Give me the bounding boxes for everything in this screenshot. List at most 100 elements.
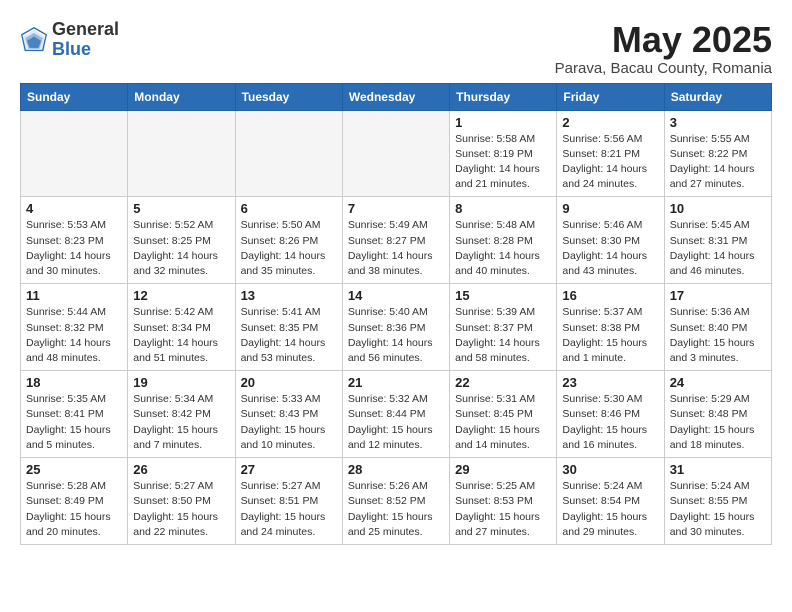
day-detail: Sunrise: 5:34 AM Sunset: 8:42 PM Dayligh… <box>133 392 229 453</box>
cell-4-5: 30 Sunrise: 5:24 AM Sunset: 8:54 PM Dayli… <box>557 458 664 545</box>
logo-text: General Blue <box>52 20 119 60</box>
page-header: General Blue May 2025 Parava, Bacau Coun… <box>20 20 772 77</box>
cell-0-5: 2 Sunrise: 5:56 AM Sunset: 8:21 PM Daylig… <box>557 110 664 197</box>
cell-1-2: 6 Sunrise: 5:50 AM Sunset: 8:26 PM Daylig… <box>235 197 342 284</box>
header-row: Sunday Monday Tuesday Wednesday Thursday… <box>21 83 772 110</box>
day-detail: Sunrise: 5:28 AM Sunset: 8:49 PM Dayligh… <box>26 479 122 540</box>
header-sunday: Sunday <box>21 83 128 110</box>
day-detail: Sunrise: 5:36 AM Sunset: 8:40 PM Dayligh… <box>670 305 766 366</box>
cell-3-6: 24 Sunrise: 5:29 AM Sunset: 8:48 PM Dayli… <box>664 371 771 458</box>
week-row-2: 11 Sunrise: 5:44 AM Sunset: 8:32 PM Dayli… <box>21 284 772 371</box>
day-number: 19 <box>133 375 229 390</box>
day-detail: Sunrise: 5:37 AM Sunset: 8:38 PM Dayligh… <box>562 305 658 366</box>
day-detail: Sunrise: 5:44 AM Sunset: 8:32 PM Dayligh… <box>26 305 122 366</box>
day-number: 28 <box>348 462 444 477</box>
day-number: 3 <box>670 115 766 130</box>
week-row-0: 1 Sunrise: 5:58 AM Sunset: 8:19 PM Daylig… <box>21 110 772 197</box>
cell-0-3 <box>342 110 449 197</box>
day-detail: Sunrise: 5:24 AM Sunset: 8:55 PM Dayligh… <box>670 479 766 540</box>
calendar-table: Sunday Monday Tuesday Wednesday Thursday… <box>20 83 772 545</box>
cell-2-1: 12Sunrise: 5:42 AM Sunset: 8:34 PM Dayli… <box>128 284 235 371</box>
day-number: 14 <box>348 288 444 303</box>
day-number: 2 <box>562 115 658 130</box>
calendar-subtitle: Parava, Bacau County, Romania <box>555 60 772 77</box>
day-detail: Sunrise: 5:24 AM Sunset: 8:54 PM Dayligh… <box>562 479 658 540</box>
week-row-1: 4 Sunrise: 5:53 AM Sunset: 8:23 PM Daylig… <box>21 197 772 284</box>
day-detail: Sunrise: 5:41 AM Sunset: 8:35 PM Dayligh… <box>241 305 337 366</box>
cell-4-6: 31 Sunrise: 5:24 AM Sunset: 8:55 PM Dayli… <box>664 458 771 545</box>
week-row-4: 25 Sunrise: 5:28 AM Sunset: 8:49 PM Dayli… <box>21 458 772 545</box>
day-detail: Sunrise: 5:35 AM Sunset: 8:41 PM Dayligh… <box>26 392 122 453</box>
cell-4-1: 26Sunrise: 5:27 AM Sunset: 8:50 PM Dayli… <box>128 458 235 545</box>
day-detail: Sunrise: 5:55 AM Sunset: 8:22 PM Dayligh… <box>670 132 766 193</box>
cell-3-5: 23 Sunrise: 5:30 AM Sunset: 8:46 PM Dayli… <box>557 371 664 458</box>
cell-1-4: 8Sunrise: 5:48 AM Sunset: 8:28 PM Daylig… <box>450 197 557 284</box>
cell-0-4: 1 Sunrise: 5:58 AM Sunset: 8:19 PM Daylig… <box>450 110 557 197</box>
header-thursday: Thursday <box>450 83 557 110</box>
cell-3-2: 20Sunrise: 5:33 AM Sunset: 8:43 PM Dayli… <box>235 371 342 458</box>
day-detail: Sunrise: 5:25 AM Sunset: 8:53 PM Dayligh… <box>455 479 551 540</box>
day-detail: Sunrise: 5:32 AM Sunset: 8:44 PM Dayligh… <box>348 392 444 453</box>
day-detail: Sunrise: 5:56 AM Sunset: 8:21 PM Dayligh… <box>562 132 658 193</box>
cell-1-1: 5 Sunrise: 5:52 AM Sunset: 8:25 PM Daylig… <box>128 197 235 284</box>
day-number: 1 <box>455 115 551 130</box>
cell-1-5: 9Sunrise: 5:46 AM Sunset: 8:30 PM Daylig… <box>557 197 664 284</box>
day-number: 21 <box>348 375 444 390</box>
calendar-body: 1 Sunrise: 5:58 AM Sunset: 8:19 PM Daylig… <box>21 110 772 544</box>
header-monday: Monday <box>128 83 235 110</box>
day-number: 16 <box>562 288 658 303</box>
day-detail: Sunrise: 5:40 AM Sunset: 8:36 PM Dayligh… <box>348 305 444 366</box>
day-detail: Sunrise: 5:31 AM Sunset: 8:45 PM Dayligh… <box>455 392 551 453</box>
day-number: 18 <box>26 375 122 390</box>
day-number: 17 <box>670 288 766 303</box>
cell-3-1: 19 Sunrise: 5:34 AM Sunset: 8:42 PM Dayli… <box>128 371 235 458</box>
day-number: 7 <box>348 201 444 216</box>
title-block: May 2025 Parava, Bacau County, Romania <box>555 20 772 77</box>
day-detail: Sunrise: 5:58 AM Sunset: 8:19 PM Dayligh… <box>455 132 551 193</box>
day-detail: Sunrise: 5:33 AM Sunset: 8:43 PM Dayligh… <box>241 392 337 453</box>
cell-2-6: 17 Sunrise: 5:36 AM Sunset: 8:40 PM Dayli… <box>664 284 771 371</box>
day-number: 24 <box>670 375 766 390</box>
day-number: 11 <box>26 288 122 303</box>
day-detail: Sunrise: 5:52 AM Sunset: 8:25 PM Dayligh… <box>133 218 229 279</box>
calendar-title: May 2025 <box>555 20 772 60</box>
day-detail: Sunrise: 5:39 AM Sunset: 8:37 PM Dayligh… <box>455 305 551 366</box>
day-detail: Sunrise: 5:48 AM Sunset: 8:28 PM Dayligh… <box>455 218 551 279</box>
header-tuesday: Tuesday <box>235 83 342 110</box>
cell-4-3: 28 Sunrise: 5:26 AM Sunset: 8:52 PM Dayli… <box>342 458 449 545</box>
cell-1-6: 10Sunrise: 5:45 AM Sunset: 8:31 PM Dayli… <box>664 197 771 284</box>
day-detail: Sunrise: 5:27 AM Sunset: 8:51 PM Dayligh… <box>241 479 337 540</box>
day-number: 23 <box>562 375 658 390</box>
header-friday: Friday <box>557 83 664 110</box>
day-number: 12 <box>133 288 229 303</box>
day-number: 25 <box>26 462 122 477</box>
cell-4-2: 27 Sunrise: 5:27 AM Sunset: 8:51 PM Dayli… <box>235 458 342 545</box>
day-detail: Sunrise: 5:26 AM Sunset: 8:52 PM Dayligh… <box>348 479 444 540</box>
cell-3-3: 21 Sunrise: 5:32 AM Sunset: 8:44 PM Dayli… <box>342 371 449 458</box>
cell-2-0: 11 Sunrise: 5:44 AM Sunset: 8:32 PM Dayli… <box>21 284 128 371</box>
cell-1-3: 7 Sunrise: 5:49 AM Sunset: 8:27 PM Daylig… <box>342 197 449 284</box>
cell-2-3: 14 Sunrise: 5:40 AM Sunset: 8:36 PM Dayli… <box>342 284 449 371</box>
day-number: 10 <box>670 201 766 216</box>
header-wednesday: Wednesday <box>342 83 449 110</box>
day-detail: Sunrise: 5:50 AM Sunset: 8:26 PM Dayligh… <box>241 218 337 279</box>
day-number: 9 <box>562 201 658 216</box>
day-detail: Sunrise: 5:49 AM Sunset: 8:27 PM Dayligh… <box>348 218 444 279</box>
day-number: 6 <box>241 201 337 216</box>
day-number: 13 <box>241 288 337 303</box>
day-number: 30 <box>562 462 658 477</box>
day-number: 22 <box>455 375 551 390</box>
day-number: 27 <box>241 462 337 477</box>
cell-2-5: 16 Sunrise: 5:37 AM Sunset: 8:38 PM Dayli… <box>557 284 664 371</box>
day-detail: Sunrise: 5:29 AM Sunset: 8:48 PM Dayligh… <box>670 392 766 453</box>
cell-0-0 <box>21 110 128 197</box>
day-detail: Sunrise: 5:53 AM Sunset: 8:23 PM Dayligh… <box>26 218 122 279</box>
day-number: 5 <box>133 201 229 216</box>
day-detail: Sunrise: 5:30 AM Sunset: 8:46 PM Dayligh… <box>562 392 658 453</box>
day-number: 26 <box>133 462 229 477</box>
header-saturday: Saturday <box>664 83 771 110</box>
day-number: 4 <box>26 201 122 216</box>
week-row-3: 18 Sunrise: 5:35 AM Sunset: 8:41 PM Dayli… <box>21 371 772 458</box>
cell-4-4: 29Sunrise: 5:25 AM Sunset: 8:53 PM Dayli… <box>450 458 557 545</box>
day-number: 31 <box>670 462 766 477</box>
